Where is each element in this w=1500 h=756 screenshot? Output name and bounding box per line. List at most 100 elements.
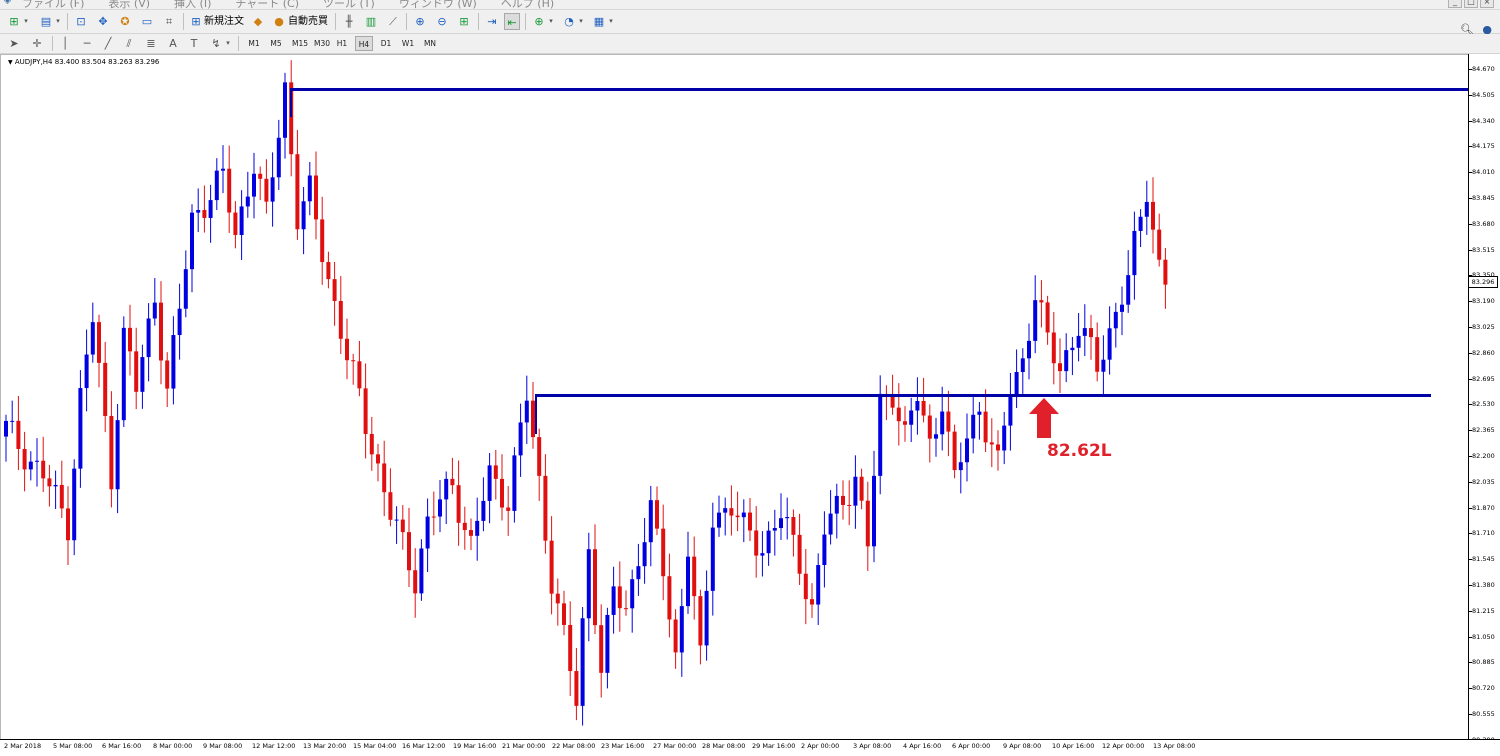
timeframe-m15[interactable]: M15 [289,36,311,51]
candlestick-chart[interactable] [1,55,1469,740]
timeframe-m1[interactable]: M1 [245,36,263,51]
candlestick-chart-icon[interactable]: ▥ [363,13,379,30]
menu-item[interactable]: 表示 (V) [108,0,150,9]
data-window-icon[interactable]: ✪ [117,13,133,30]
candle-bear [41,460,46,479]
zoom-out-icon[interactable]: ⊖ [434,13,450,30]
candle-bull [915,400,920,411]
dropdown-arrow-icon[interactable]: ▾ [22,13,30,30]
auto-trading-icon[interactable]: ● [272,13,286,30]
templates-icon[interactable]: ▦ [591,13,607,30]
new-order-icon[interactable]: ⊞ [189,13,203,30]
new-order-button[interactable]: 新規注文 [204,13,244,30]
zoom-in-icon[interactable]: ⊕ [412,13,428,30]
time-axis[interactable]: 2 Mar 2018 5 Mar 08:00 6 Mar 16:00 8 Mar 00… [0,739,1500,756]
candle-bull [580,618,585,706]
text-label-icon[interactable]: T [187,36,201,51]
chart-area[interactable] [0,54,1469,740]
dropdown-arrow-icon[interactable]: ▾ [547,13,555,30]
indicators-icon[interactable]: ⊕ [531,13,547,30]
candle-bull [766,530,771,554]
strategy-tester-icon[interactable]: ⌗ [161,13,177,30]
timeframe-mn[interactable]: MN [421,36,439,51]
terminal-icon[interactable]: ▭ [139,13,155,30]
support-line[interactable] [535,394,1431,397]
timeframe-h1[interactable]: H1 [333,36,351,51]
candle-bear [66,508,70,541]
candle-bull [301,201,306,230]
candle-bull [121,327,126,421]
new-chart-icon[interactable]: ⊞ [6,13,22,30]
chart-menu-icon[interactable]: ▼ [8,59,13,66]
close-icon[interactable]: × [1480,0,1494,8]
candle-bear [314,175,318,220]
timeframe-d1[interactable]: D1 [377,36,395,51]
price-tick-label: 81.870 [1472,503,1495,512]
candle-bull [965,438,969,463]
vertical-line-icon[interactable]: │ [58,36,72,51]
candle-bull [648,500,653,543]
candle-bear [103,362,108,416]
candle-bear [748,512,752,531]
tile-windows-icon[interactable]: ⊞ [456,13,472,30]
timeframe-w1[interactable]: W1 [399,36,417,51]
dropdown-arrow-icon[interactable]: ▾ [54,13,62,30]
candle-bear [1095,337,1100,372]
price-axis[interactable]: 84.670 84.505 84.340 84.175 84.010 83.845 83.6… [1468,54,1500,739]
time-tick-label: 12 Apr 00:00 [1102,742,1145,750]
market-watch-icon[interactable]: ⊡ [73,13,89,30]
candle-bear [431,516,436,518]
equidistant-channel-icon[interactable]: ⫽ [122,36,136,51]
candle-bull [177,308,182,336]
candle-bear [202,210,207,218]
profiles-icon[interactable]: ▤ [38,13,54,30]
line-chart-icon[interactable]: ⟋ [385,13,401,30]
candle-bull [828,513,833,535]
crosshair-icon[interactable]: ✛ [30,36,44,51]
candle-bear [549,540,554,594]
menu-item[interactable]: ヘルプ (H) [501,0,554,9]
minimize-icon[interactable]: _ [1448,0,1462,8]
metaeditor-icon[interactable]: ◆ [251,13,265,30]
dropdown-arrow-icon[interactable]: ▾ [577,13,585,30]
menu-item[interactable]: ウィンドウ (W) [399,0,477,9]
auto-scroll-icon[interactable]: ⇥ [484,13,500,30]
candle-bull [84,354,89,389]
maximize-icon[interactable]: □ [1464,0,1478,8]
candle-bear [413,570,418,594]
candle-bull [140,357,145,392]
navigator-icon[interactable]: ✥ [95,13,111,30]
candle-bear [363,388,368,434]
menu-item[interactable]: ツール (T) [323,0,375,9]
timeframe-h4[interactable]: H4 [355,36,373,51]
current-price-label: 83.296 [1468,276,1498,288]
periods-icon[interactable]: ◔ [561,13,577,30]
candle-bull [115,420,120,490]
chart-shift-icon[interactable]: ⇤ [504,13,520,30]
auto-trading-button[interactable]: 自動売買 [288,13,328,30]
menu-item[interactable]: ファイル (F) [22,0,84,9]
dropdown-arrow-icon[interactable]: ▾ [607,13,615,30]
cursor-icon[interactable]: ➤ [7,36,21,51]
resistance-line[interactable] [290,88,1468,91]
horizontal-line-icon[interactable]: ─ [80,36,94,51]
candle-bull [444,478,449,500]
menu-item[interactable]: チャート (C) [235,0,299,9]
timeframe-m5[interactable]: M5 [267,36,285,51]
candle-bear [1051,332,1056,364]
fibonacci-icon[interactable]: ≣ [144,36,158,51]
candle-bear [624,608,628,610]
candle-bull [524,400,529,423]
dropdown-arrow-icon[interactable]: ▾ [224,36,232,51]
candle-bear [506,507,511,511]
candle-bull [1120,304,1124,312]
trendline-icon[interactable]: ╱ [101,36,115,51]
candle-bear [450,478,455,486]
menu-item[interactable]: 挿入 (I) [174,0,211,9]
candle-bull [1107,328,1112,360]
arrows-icon[interactable]: ↯ [209,36,223,51]
timeframe-m30[interactable]: M30 [311,36,333,51]
text-tool-icon[interactable]: A [166,36,180,51]
candle-bear [803,573,808,600]
bar-chart-icon[interactable]: ╫ [341,13,357,30]
